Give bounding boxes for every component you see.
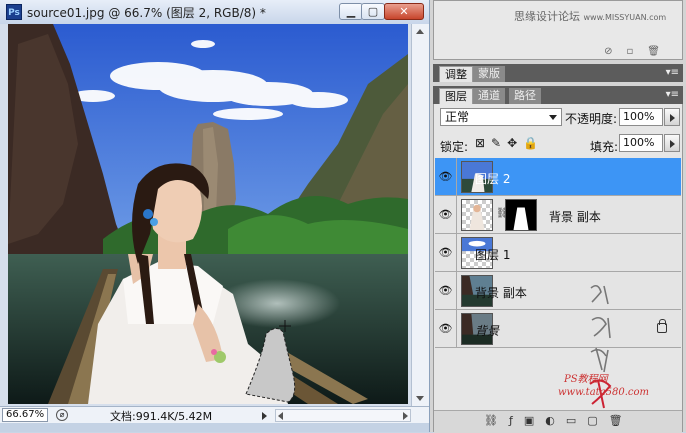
- scroll-left-arrow-icon[interactable]: [278, 412, 283, 420]
- document-size: 文档:991.4K/5.42M: [110, 410, 213, 423]
- document-title-bar[interactable]: Ps source01.jpg @ 66.7% (图层 2, RGB/8) * …: [0, 0, 429, 25]
- maximize-button[interactable]: ▢: [361, 3, 385, 20]
- layer-row[interactable]: 👁 图层 2: [435, 158, 681, 196]
- layer-name[interactable]: 背景 副本: [549, 208, 601, 225]
- layer-row[interactable]: 👁 ⛓ 背景 副本: [435, 196, 681, 234]
- opacity-slider-button[interactable]: [664, 108, 680, 126]
- right-panel-dock: 思缘设计论坛 www.MISSYUAN.com ⊘▫🗑 调整 蒙版 ▾≡ 图层 …: [430, 0, 686, 433]
- layer-name[interactable]: 图层 2: [475, 170, 510, 187]
- layer-action-icons[interactable]: ⛓ƒ▣◐▭▢🗑: [484, 414, 634, 427]
- layer-mask-thumbnail[interactable]: [505, 199, 537, 231]
- eye-icon[interactable]: 👁: [435, 310, 457, 347]
- close-button[interactable]: ✕: [384, 3, 424, 20]
- vertical-scrollbar[interactable]: [411, 24, 429, 406]
- layer-thumbnail: [461, 199, 493, 231]
- lock-label: 锁定:: [440, 140, 469, 154]
- site-watermark-line1: PS教程网: [564, 374, 608, 385]
- opacity-input[interactable]: 100%: [619, 108, 663, 126]
- lock-options[interactable]: ⊠✎✥🔒: [475, 136, 544, 150]
- eye-icon[interactable]: 👁: [435, 158, 457, 195]
- minimize-button[interactable]: ▁: [339, 3, 363, 20]
- top-collapsed-panel: 思缘设计论坛 www.MISSYUAN.com ⊘▫🗑: [433, 0, 683, 60]
- fill-slider-button[interactable]: [664, 134, 680, 152]
- opacity-label: 不透明度:: [565, 112, 618, 126]
- layer-name[interactable]: 背景 副本: [475, 284, 527, 301]
- canvas-image[interactable]: [8, 24, 408, 404]
- lock-icon: [657, 319, 667, 333]
- scroll-down-arrow-icon[interactable]: [416, 396, 424, 401]
- photoshop-app-icon: Ps: [6, 4, 22, 20]
- layers-panel: 正常 不透明度: 100% 锁定: ⊠✎✥🔒 填充: 100% 👁 图层 2 👁: [433, 104, 683, 433]
- layers-bottom-toolbar: ⛓ƒ▣◐▭▢🗑: [434, 410, 682, 433]
- layer-row[interactable]: 👁 背景 副本: [435, 272, 681, 310]
- canvas-area[interactable]: [0, 24, 429, 406]
- layer-list-empty-area[interactable]: [435, 348, 681, 410]
- layers-panel-menu-icon[interactable]: ▾≡: [666, 89, 679, 100]
- zoom-field[interactable]: 66.67%: [2, 408, 48, 422]
- panel-menu-icon[interactable]: ▾≡: [666, 67, 679, 78]
- layer-row[interactable]: 👁 背景: [435, 310, 681, 348]
- eye-icon[interactable]: 👁: [435, 234, 457, 271]
- top-panel-tools[interactable]: ⊘▫🗑: [604, 46, 674, 57]
- fill-label: 填充:: [590, 140, 619, 154]
- document-window: Ps source01.jpg @ 66.7% (图层 2, RGB/8) * …: [0, 0, 430, 432]
- scroll-right-arrow-icon[interactable]: [403, 412, 408, 420]
- adjustments-tab-bar: 调整 蒙版 ▾≡: [433, 64, 683, 82]
- fill-input[interactable]: 100%: [619, 134, 663, 152]
- watermark-url: www.MISSYUAN.com: [583, 13, 667, 22]
- top-watermark: 思缘设计论坛 www.MISSYUAN.com: [514, 8, 666, 24]
- blend-mode-value: 正常: [445, 110, 470, 124]
- eye-icon[interactable]: 👁: [435, 196, 457, 233]
- layer-name[interactable]: 背景: [475, 322, 499, 339]
- window-bottom-strip: [0, 423, 429, 432]
- eye-icon[interactable]: 👁: [435, 272, 457, 309]
- tab-channels[interactable]: 通道: [473, 88, 505, 104]
- tab-paths[interactable]: 路径: [509, 88, 541, 104]
- status-info-icon[interactable]: ⌀: [56, 409, 68, 421]
- status-menu-arrow-icon[interactable]: [262, 412, 267, 420]
- layer-row[interactable]: 👁 图层 1: [435, 234, 681, 272]
- status-bar: 66.67% ⌀ 文档:991.4K/5.42M: [0, 406, 429, 424]
- tab-masks[interactable]: 蒙版: [473, 66, 505, 82]
- chevron-down-icon: [549, 115, 557, 120]
- watermark-cn: 思缘设计论坛: [514, 10, 580, 23]
- layer-name[interactable]: 图层 1: [475, 246, 510, 263]
- tab-layers[interactable]: 图层: [439, 88, 473, 104]
- document-title: source01.jpg @ 66.7% (图层 2, RGB/8) *: [27, 6, 266, 20]
- layers-tab-bar: 图层 通道 路径 ▾≡: [433, 86, 683, 104]
- scroll-up-arrow-icon[interactable]: [416, 29, 424, 34]
- horizontal-scrollbar[interactable]: [275, 409, 411, 422]
- site-watermark-line2: www.tata580.com: [558, 387, 650, 398]
- tab-adjustments[interactable]: 调整: [439, 66, 473, 82]
- blend-mode-select[interactable]: 正常: [440, 108, 562, 126]
